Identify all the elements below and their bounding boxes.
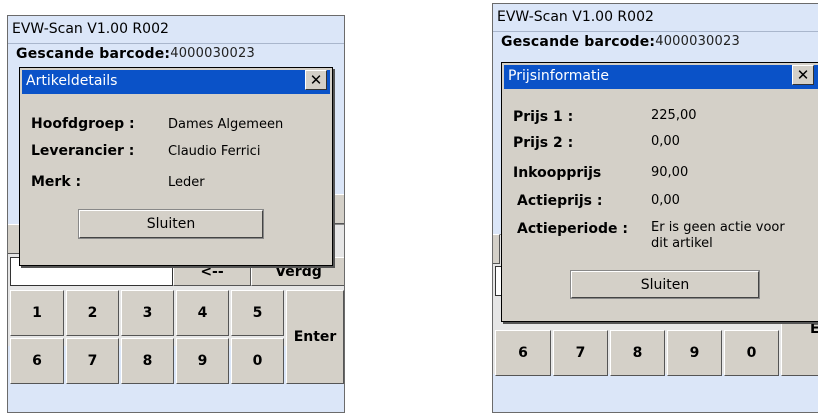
key-label: 6 xyxy=(32,353,42,369)
barcode-line: Gescande barcode: 4000030023 xyxy=(501,34,740,50)
prijs1-label: Prijs 1 : xyxy=(513,109,574,125)
key-label: 6 xyxy=(518,345,528,361)
actieperiode-value: Er is geen actie voor xyxy=(651,220,785,235)
key-8[interactable]: 8 xyxy=(121,338,174,384)
leverancier-value: Claudio Ferrici xyxy=(168,144,261,159)
sluiten-button[interactable]: Sluiten xyxy=(570,270,760,299)
merk-value: Leder xyxy=(168,175,205,190)
key-6[interactable]: 6 xyxy=(495,330,551,376)
prijs1-value: 225,00 xyxy=(651,108,697,123)
key-7[interactable]: 7 xyxy=(553,330,608,376)
enter-label: Enter xyxy=(810,321,818,337)
enter-label: Enter xyxy=(293,329,337,345)
inkoopprijs-value: 90,00 xyxy=(651,165,689,180)
key-3[interactable]: 3 xyxy=(121,290,174,336)
dialog-title: Prijsinformatie xyxy=(504,65,818,89)
key-2[interactable]: 2 xyxy=(66,290,119,336)
key-label: 9 xyxy=(689,345,700,361)
app-title: EVW-Scan V1.00 R002 xyxy=(493,4,818,32)
barcode-line: Gescande barcode: 4000030023 xyxy=(16,46,255,62)
key-4[interactable]: 4 xyxy=(176,290,229,336)
key-label: 9 xyxy=(197,353,208,369)
key-0[interactable]: 0 xyxy=(231,338,284,384)
key-1[interactable]: 1 xyxy=(10,290,64,336)
key-label: 8 xyxy=(142,353,153,369)
key-0[interactable]: 0 xyxy=(724,330,779,376)
actieprijs-label: Actieprijs : xyxy=(517,193,603,209)
key-label: 2 xyxy=(87,305,98,321)
prijs2-label: Prijs 2 : xyxy=(513,135,574,151)
hoofdgroep-label: Hoofdgroep : xyxy=(31,116,135,132)
close-icon[interactable]: ✕ xyxy=(305,70,327,90)
key-label: 7 xyxy=(87,353,98,369)
key-5[interactable]: 5 xyxy=(231,290,284,336)
hoofdgroep-value: Dames Algemeen xyxy=(168,117,284,132)
key-9[interactable]: 9 xyxy=(667,330,722,376)
prijsinformatie-dialog: Prijsinformatie ✕ Prijs 1 : 225,00 Prijs… xyxy=(501,62,818,322)
key-6[interactable]: 6 xyxy=(10,338,64,384)
barcode-value: 4000030023 xyxy=(170,46,255,61)
key-label: 8 xyxy=(632,345,643,361)
actieperiode-label: Actieperiode : xyxy=(517,221,628,237)
key-label: 4 xyxy=(197,305,208,321)
actieperiode-value-line2: dit artikel xyxy=(651,236,713,251)
key-9[interactable]: 9 xyxy=(176,338,229,384)
merk-label: Merk : xyxy=(31,174,82,190)
enter-button[interactable]: Enter xyxy=(286,290,344,384)
barcode-label: Gescande barcode: xyxy=(501,34,656,50)
key-label: 0 xyxy=(746,345,757,361)
key-label: 3 xyxy=(142,305,153,321)
actieprijs-value: 0,00 xyxy=(651,193,680,208)
leverancier-label: Leverancier : xyxy=(31,143,135,159)
key-label: 1 xyxy=(32,305,42,321)
key-label: 7 xyxy=(575,345,586,361)
key-8[interactable]: 8 xyxy=(610,330,665,376)
barcode-label: Gescande barcode: xyxy=(16,46,171,62)
right-screen: EVW-Scan V1.00 R002 Gescande barcode: 40… xyxy=(492,3,818,413)
dialog-title: Artikeldetails xyxy=(22,70,330,94)
inkoopprijs-label: Inkoopprijs xyxy=(513,165,602,181)
app-title: EVW-Scan V1.00 R002 xyxy=(8,16,344,44)
key-label: 5 xyxy=(252,305,263,321)
left-screen: EVW-Scan V1.00 R002 Gescande barcode: 40… xyxy=(7,15,345,413)
artikeldetails-dialog: Artikeldetails ✕ Hoofdgroep : Dames Alge… xyxy=(19,67,333,266)
key-label: 0 xyxy=(252,353,263,369)
close-icon[interactable]: ✕ xyxy=(792,65,814,85)
prijs2-value: 0,00 xyxy=(651,134,680,149)
sluiten-button[interactable]: Sluiten xyxy=(78,209,264,239)
barcode-value: 4000030023 xyxy=(655,34,740,49)
key-7[interactable]: 7 xyxy=(66,338,119,384)
left-edge-key[interactable] xyxy=(493,234,500,264)
